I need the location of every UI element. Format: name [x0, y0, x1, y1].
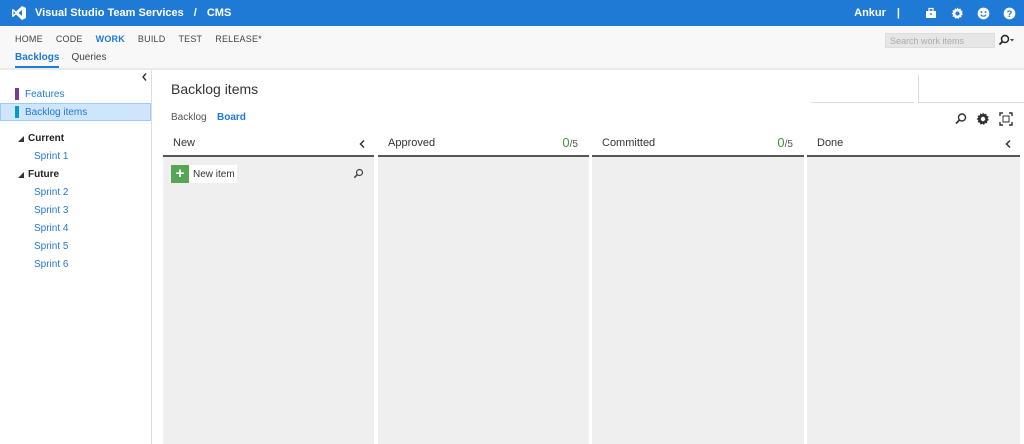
sidebar-group-future[interactable]: Future [17, 169, 59, 180]
wip-count: 0/5 [777, 135, 793, 150]
sidebar-item-sprint-5[interactable]: Sprint 5 [34, 241, 68, 252]
sidebar-item-features[interactable]: Features [0, 85, 151, 103]
top-bar-actions: Ankur | ? [854, 0, 1016, 26]
breadcrumb-separator: / [193, 7, 197, 19]
page-title: Backlog items [171, 81, 259, 97]
sidebar-item-sprint-4[interactable]: Sprint 4 [34, 223, 68, 234]
tab-backlog[interactable]: Backlog [171, 112, 207, 123]
top-bar: Visual Studio Team Services / CMS Ankur … [0, 0, 1024, 26]
plus-icon: + [171, 165, 189, 183]
column-title: New [173, 137, 196, 149]
wip-count-value: 0 [777, 135, 785, 150]
collapse-sidebar-icon[interactable] [140, 72, 149, 82]
divider: | [896, 7, 900, 19]
expand-triangle-icon [18, 135, 24, 142]
column-title: Committed [602, 137, 656, 149]
column-search-icon[interactable] [353, 168, 364, 179]
sidebar-item-backlog-items[interactable]: Backlog items [0, 103, 151, 121]
tab-board[interactable]: Board [217, 112, 246, 123]
collapse-column-icon[interactable] [1004, 139, 1012, 149]
column-header: Committed 0/5 [592, 133, 804, 157]
nav-home[interactable]: HOME [15, 34, 43, 44]
board-settings-gear-icon[interactable] [976, 112, 990, 126]
sidebar-item-sprint-6[interactable]: Sprint 6 [34, 259, 68, 270]
sidebar-item-sprint-2[interactable]: Sprint 2 [34, 187, 68, 198]
nav-test[interactable]: TEST [178, 34, 202, 44]
wip-count-value: 0 [562, 135, 570, 150]
nav-release[interactable]: RELEASE* [215, 34, 262, 44]
column-body [378, 157, 589, 444]
column-header: Approved 0/5 [378, 133, 589, 157]
column-title: Approved [388, 137, 436, 149]
board-column-committed: Committed 0/5 [592, 133, 804, 444]
sidebar-item-label: Backlog items [25, 106, 88, 118]
features-color-bar [15, 88, 19, 100]
visual-studio-logo-icon[interactable] [11, 5, 27, 21]
sidebar-item-sprint-1[interactable]: Sprint 1 [34, 151, 68, 162]
search-icon [998, 34, 1014, 46]
sidebar-group-current[interactable]: Current [17, 133, 64, 144]
collapse-column-icon[interactable] [358, 139, 366, 149]
svg-text:?: ? [1006, 8, 1012, 18]
new-item-button[interactable]: + New item [171, 165, 237, 183]
gear-icon[interactable] [950, 6, 964, 20]
column-body [592, 157, 804, 444]
sidebar: Features Backlog items Current Sprint 1 … [0, 70, 152, 444]
column-title: Done [817, 137, 844, 149]
wip-count: 0/5 [562, 135, 578, 150]
new-item-label: New item [193, 168, 235, 180]
nav-code[interactable]: CODE [56, 34, 83, 44]
sidebar-group-label: Future [28, 169, 60, 180]
wip-limit: /5 [569, 139, 578, 150]
sidebar-item-label: Features [25, 88, 65, 100]
smiley-icon[interactable] [976, 6, 990, 20]
project-link[interactable]: CMS [207, 7, 231, 19]
board-column-new: New + New item [163, 133, 374, 444]
header-panel-right [918, 75, 1024, 103]
help-icon[interactable]: ? [1002, 6, 1016, 20]
column-header: New [163, 133, 374, 157]
board-column-done: Done [807, 133, 1020, 444]
brand-link[interactable]: Visual Studio Team Services [35, 7, 184, 19]
nav-work[interactable]: WORK [96, 34, 125, 44]
hub-nav: HOME CODE WORK BUILD TEST RELEASE* [0, 26, 1024, 52]
user-name[interactable]: Ankur [854, 7, 886, 19]
briefcase-icon[interactable] [924, 6, 938, 20]
filter-search-icon[interactable] [954, 112, 968, 126]
sidebar-group-label: Current [28, 133, 65, 144]
sidebar-item-sprint-3[interactable]: Sprint 3 [34, 205, 68, 216]
expand-triangle-icon [18, 171, 24, 178]
column-body: + New item [163, 157, 374, 444]
tab-backlogs[interactable]: Backlogs [15, 52, 60, 68]
column-header: Done [807, 133, 1020, 157]
fullscreen-icon[interactable] [999, 112, 1013, 126]
backlog-items-color-bar [15, 106, 19, 118]
column-body [807, 157, 1020, 444]
search-input[interactable]: Search work items [885, 33, 995, 48]
nav-build[interactable]: BUILD [138, 34, 166, 44]
sub-nav: Backlogs Queries [0, 52, 1024, 68]
main-content: Backlog items Backlog Board New + New it… [152, 70, 1024, 444]
tab-queries[interactable]: Queries [71, 52, 106, 66]
search-button[interactable] [996, 33, 1016, 48]
wip-limit: /5 [784, 139, 793, 150]
board-column-approved: Approved 0/5 [378, 133, 589, 444]
header-panel-left [811, 75, 914, 103]
